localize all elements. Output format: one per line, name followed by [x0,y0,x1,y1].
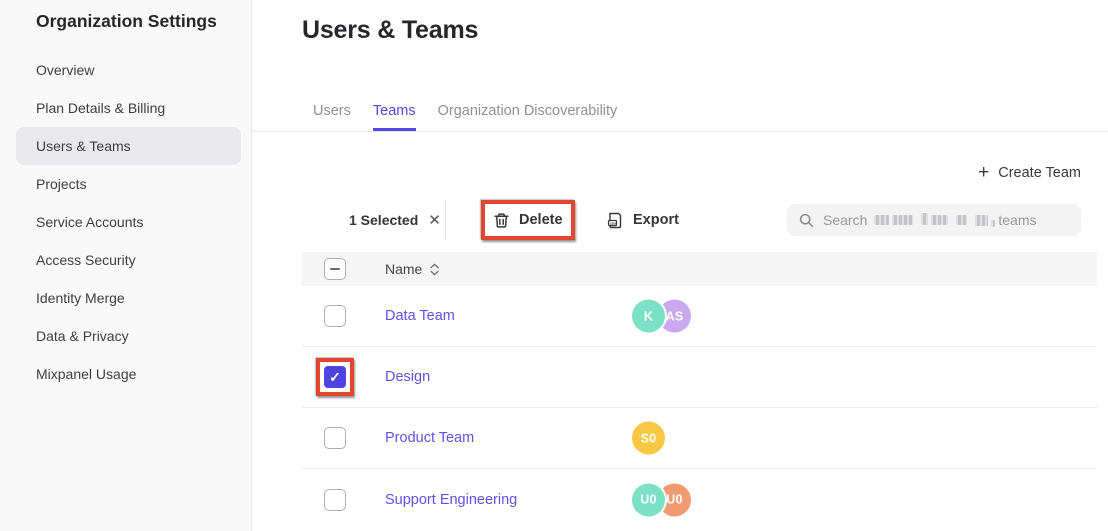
tab-bar: Users Teams Organization Discoverability [252,91,1108,132]
trash-icon [493,212,510,229]
toolbar-divider [445,200,446,240]
search-placeholder: Search teams [823,212,1036,228]
export-label: Export [633,212,679,228]
sidebar-title: Organization Settings [36,11,217,32]
sidebar-item-access-security[interactable]: Access Security [16,241,241,279]
table-row: ✓ Design [302,347,1097,408]
table-row: Product Team S0 [302,408,1097,469]
search-input[interactable]: Search teams [787,204,1081,236]
tab-organization-discoverability[interactable]: Organization Discoverability [438,91,618,131]
sidebar-item-users-teams[interactable]: Users & Teams [16,127,241,165]
main-content: Users & Teams Users Teams Organization D… [252,0,1108,531]
create-team-button[interactable]: + Create Team [978,163,1081,182]
sidebar: Organization Settings Overview Plan Deta… [0,0,252,531]
name-column-header[interactable]: Name [385,261,439,277]
row-checkbox-product-team[interactable] [324,427,346,449]
redacted-text-block [975,215,988,226]
member-avatars: K AS [632,300,691,333]
sidebar-item-mixpanel-usage[interactable]: Mixpanel Usage [16,355,241,393]
redacted-text-block [931,215,948,225]
member-avatars: S0 [632,422,665,455]
indeterminate-icon [330,268,340,270]
close-icon: ✕ [428,212,441,229]
sidebar-item-overview[interactable]: Overview [16,51,241,89]
table-row: Support Engineering U0 U0 [302,469,1097,530]
sidebar-item-service-accounts[interactable]: Service Accounts [16,203,241,241]
avatar: U0 [632,483,665,516]
row-checkbox-support-engineering[interactable] [324,489,346,511]
selection-count-label: 1 Selected [349,212,418,228]
annotation-highlight-checkbox: ✓ [316,358,354,396]
csv-file-icon: csv [606,211,624,229]
select-all-checkbox[interactable] [324,258,346,280]
member-avatars: U0 U0 [632,483,691,516]
avatar: S0 [632,422,665,455]
table-header-row: Name [302,252,1097,286]
sidebar-nav: Overview Plan Details & Billing Users & … [0,51,251,393]
plus-icon: + [978,163,989,182]
redacted-text-block [874,215,889,225]
search-icon [799,213,814,228]
sort-icon[interactable] [430,263,439,276]
svg-text:csv: csv [610,222,617,226]
create-team-label: Create Team [998,165,1081,181]
team-link-product-team[interactable]: Product Team [385,430,474,446]
redacted-text-block [892,215,913,225]
row-checkbox-design[interactable]: ✓ [324,366,346,388]
team-link-data-team[interactable]: Data Team [385,308,455,324]
team-link-support-engineering[interactable]: Support Engineering [385,492,517,508]
sidebar-item-plan-details-billing[interactable]: Plan Details & Billing [16,89,241,127]
sidebar-item-projects[interactable]: Projects [16,165,241,203]
bulk-action-toolbar: 1 Selected ✕ Delete [252,200,1081,240]
clear-selection-button[interactable]: ✕ [428,211,441,229]
team-link-design[interactable]: Design [385,369,430,385]
row-checkbox-data-team[interactable] [324,305,346,327]
tab-teams[interactable]: Teams [373,91,416,131]
annotation-highlight-delete: Delete [481,200,575,240]
sidebar-item-identity-merge[interactable]: Identity Merge [16,279,241,317]
redacted-text-block [991,220,995,227]
delete-button[interactable]: Delete [485,204,571,236]
export-button[interactable]: csv Export [598,200,687,240]
redacted-text-block [956,215,967,225]
redacted-text-block [921,213,928,225]
avatar: K [632,300,665,333]
check-icon: ✓ [329,370,341,384]
table-row: Data Team K AS [302,286,1097,347]
teams-table: Name Data Team K AS ✓ [302,252,1097,531]
selection-summary: 1 Selected ✕ [349,200,441,240]
delete-label: Delete [519,212,563,228]
page-title: Users & Teams [302,16,478,45]
sidebar-item-data-privacy[interactable]: Data & Privacy [16,317,241,355]
tab-users[interactable]: Users [313,91,351,131]
